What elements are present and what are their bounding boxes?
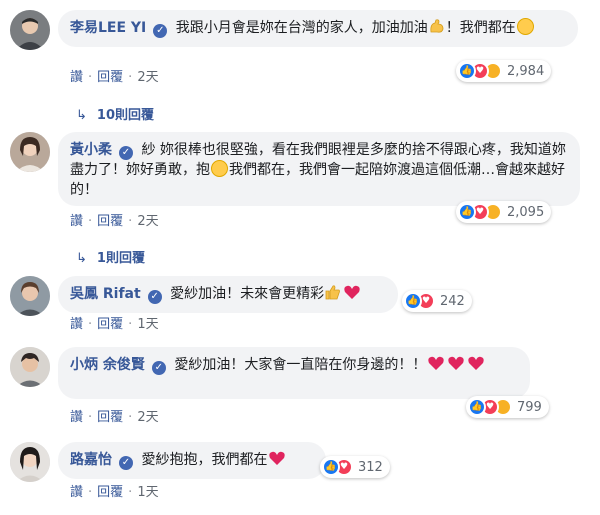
flexed-biceps-icon [428, 18, 446, 34]
reaction-summary[interactable]: 👍 ♥ 312 [320, 456, 390, 478]
reply-button[interactable]: 回覆 [97, 485, 123, 500]
like-button[interactable]: 讚 [70, 317, 83, 332]
thumbs-up-emoji-icon [324, 284, 342, 300]
reaction-count: 2,984 [507, 63, 545, 79]
comment-text: 我跟小月會是妳在台灣的家人，加油加油 [175, 20, 428, 36]
reaction-count: 312 [358, 459, 383, 475]
timestamp[interactable]: 2天 [137, 410, 158, 425]
comment-text: 愛紗加油！大家會一直陪在你身邊的！！ [174, 357, 427, 373]
sad-face-emoji-icon [211, 160, 228, 177]
like-reaction-icon: 👍 [404, 292, 422, 310]
author-name[interactable]: 小炳 余俊賢 [70, 357, 145, 373]
like-reaction-icon: 👍 [468, 398, 486, 416]
heart-emoji-icon [343, 284, 361, 300]
avatar[interactable] [10, 442, 50, 482]
heart-emoji-icon [427, 355, 445, 371]
heart-emoji-icon [467, 355, 485, 371]
reply-button[interactable]: 回覆 [97, 410, 123, 425]
reaction-count: 242 [440, 293, 465, 309]
view-replies-link[interactable]: ↳ 10則回覆 [76, 104, 154, 123]
comment-text: 愛紗加油！未來會更精彩 [170, 286, 325, 302]
reply-arrow-icon: ↳ [76, 108, 87, 123]
like-button[interactable]: 讚 [70, 70, 83, 85]
comment-bubble: 小炳 余俊賢 ✓ 愛紗加油！大家會一直陪在你身邊的！！ [58, 347, 530, 399]
comment-actions: 讚 · 回覆 · 2天 [70, 214, 159, 229]
verified-badge-icon: ✓ [119, 456, 133, 470]
avatar[interactable] [10, 276, 50, 316]
timestamp[interactable]: 1天 [137, 317, 158, 332]
verified-badge-icon: ✓ [147, 290, 162, 304]
like-button[interactable]: 讚 [70, 485, 83, 500]
avatar[interactable] [10, 10, 50, 50]
comment-bubble: 吳鳳 Rifat ✓ 愛紗加油！未來會更精彩 [58, 276, 398, 313]
comment-bubble: 路嘉怡 ✓ 愛紗抱抱，我們都在 [58, 442, 326, 479]
view-replies-link[interactable]: ↳ 1則回覆 [76, 247, 145, 266]
timestamp[interactable]: 2天 [137, 214, 158, 229]
author-name[interactable]: 吳鳳 Rifat [70, 286, 141, 302]
comment-actions: 讚 · 回覆 · 2天 [70, 70, 159, 85]
comment-bubble: 黃小柔 ✓ 紗 妳很棒也很堅強，看在我們眼裡是多麼的捨不得跟心疼，我知道妳盡力了！… [58, 132, 580, 206]
reply-arrow-icon: ↳ [76, 251, 87, 266]
reaction-count: 799 [517, 399, 542, 415]
like-button[interactable]: 讚 [70, 410, 83, 425]
like-reaction-icon: 👍 [458, 62, 476, 80]
comment-text: 愛紗抱抱，我們都在 [141, 452, 268, 468]
timestamp[interactable]: 2天 [137, 70, 158, 85]
smile-emoji-icon [516, 18, 534, 35]
like-reaction-icon: 👍 [458, 203, 476, 221]
reaction-summary[interactable]: 👍 ♥ 799 [466, 396, 549, 418]
reply-button[interactable]: 回覆 [97, 214, 123, 229]
comment-actions: 讚 · 回覆 · 1天 [70, 317, 159, 332]
comment-actions: 讚 · 回覆 · 2天 [70, 410, 159, 425]
heart-emoji-icon [268, 450, 286, 466]
reaction-summary[interactable]: 👍 ♥ 2,095 [456, 201, 552, 223]
verified-badge-icon: ✓ [119, 146, 133, 160]
timestamp[interactable]: 1天 [137, 485, 158, 500]
replies-count: 10則回覆 [96, 108, 154, 123]
reply-button[interactable]: 回覆 [97, 317, 123, 332]
author-name[interactable]: 黃小柔 [70, 142, 112, 158]
avatar[interactable] [10, 132, 50, 172]
comment-text-end: ！我們都在 [445, 20, 516, 36]
reply-button[interactable]: 回覆 [97, 70, 123, 85]
verified-badge-icon: ✓ [151, 361, 166, 375]
comment-actions: 讚 · 回覆 · 1天 [70, 485, 159, 500]
like-button[interactable]: 讚 [70, 214, 83, 229]
verified-badge-icon: ✓ [153, 24, 168, 38]
replies-count: 1則回覆 [96, 251, 145, 266]
heart-emoji-icon [447, 355, 465, 371]
reaction-summary[interactable]: 👍 ♥ 242 [402, 290, 472, 312]
comment-bubble: 李易LEE YI ✓ 我跟小月會是妳在台灣的家人，加油加油 ！我們都在 [58, 10, 578, 47]
reaction-summary[interactable]: 👍 ♥ 2,984 [456, 60, 552, 82]
like-reaction-icon: 👍 [322, 458, 340, 476]
author-name[interactable]: 李易LEE YI [70, 20, 146, 36]
reaction-count: 2,095 [507, 204, 545, 220]
avatar[interactable] [10, 347, 50, 387]
author-name[interactable]: 路嘉怡 [70, 452, 112, 468]
